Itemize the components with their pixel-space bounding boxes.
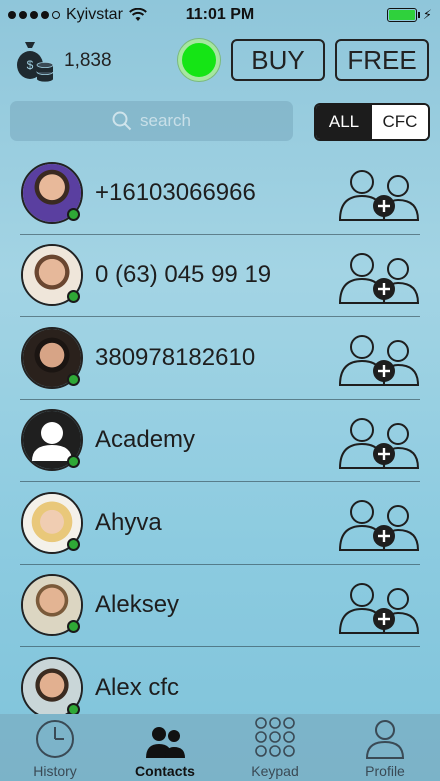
tab-bar: History Contacts Keypad Profile	[0, 714, 440, 781]
contact-row[interactable]: +16103066966	[20, 152, 420, 235]
tab-contacts[interactable]: Contacts	[110, 714, 220, 781]
svg-text:$: $	[27, 58, 34, 72]
avatar	[21, 326, 83, 389]
search-placeholder: search	[139, 111, 192, 130]
charging-icon: ⚡	[422, 7, 432, 22]
add-contact-icon[interactable]	[338, 494, 420, 554]
online-status-dot	[67, 372, 80, 386]
avatar	[21, 491, 83, 554]
contact-row[interactable]: Alex cfc	[20, 647, 420, 714]
online-status-indicator[interactable]	[178, 39, 220, 81]
contact-row[interactable]: Ahyva	[20, 482, 420, 565]
add-contact-icon[interactable]	[338, 164, 420, 224]
online-status-dot	[67, 290, 80, 304]
battery-icon: ⚡	[386, 7, 432, 23]
contact-row[interactable]: 0 (63) 045 99 19	[20, 235, 420, 317]
filter-segmented-control: ALL CFC	[314, 103, 430, 141]
tab-history[interactable]: History	[0, 714, 110, 781]
filter-all-tab[interactable]: ALL	[316, 105, 372, 139]
contact-row[interactable]: 380978182610	[20, 317, 420, 400]
contact-row[interactable]: Aleksey	[20, 565, 420, 647]
signal-strength-icon	[8, 11, 60, 19]
people-icon	[146, 727, 185, 758]
credit-balance: 1,838	[64, 50, 112, 71]
tab-keypad[interactable]: Keypad	[220, 714, 330, 781]
avatar	[21, 656, 83, 714]
avatar	[21, 161, 83, 224]
avatar	[21, 574, 83, 637]
tab-label: Keypad	[251, 763, 299, 779]
add-contact-icon[interactable]	[338, 577, 420, 637]
carrier-name: Kyivstar	[66, 6, 123, 23]
search-icon	[112, 111, 132, 131]
free-button[interactable]: FREE	[335, 39, 429, 81]
contacts-list[interactable]: +16103066966 0 (63) 045 99 19 3809781826…	[0, 152, 440, 714]
filter-cfc-tab[interactable]: CFC	[372, 105, 428, 139]
add-contact-icon[interactable]	[338, 412, 420, 472]
avatar	[21, 409, 83, 472]
online-status-dot	[67, 620, 80, 634]
contact-row[interactable]: Academy	[20, 400, 420, 482]
keypad-icon	[255, 717, 295, 757]
online-status-dot	[67, 207, 80, 221]
person-icon	[365, 720, 405, 759]
online-status-dot	[67, 537, 80, 551]
add-contact-icon[interactable]	[338, 329, 420, 389]
tab-profile[interactable]: Profile	[330, 714, 440, 781]
tab-label: Profile	[365, 763, 405, 779]
avatar	[21, 244, 83, 307]
status-bar: Kyivstar 11:01 PM ⚡	[0, 0, 440, 30]
add-contact-icon[interactable]	[338, 247, 420, 307]
tab-label: History	[33, 763, 77, 779]
tab-label: Contacts	[135, 763, 195, 779]
clock-icon	[36, 720, 74, 758]
search-input[interactable]: search	[10, 101, 293, 141]
contact-name: Alex cfc	[95, 673, 180, 701]
money-bag-icon: $	[17, 42, 54, 82]
online-status-dot	[67, 702, 80, 714]
online-status-dot	[67, 455, 80, 469]
buy-button[interactable]: BUY	[231, 39, 325, 81]
header: $ 1,838 BUY FREE	[0, 36, 440, 86]
wifi-icon	[129, 8, 147, 21]
